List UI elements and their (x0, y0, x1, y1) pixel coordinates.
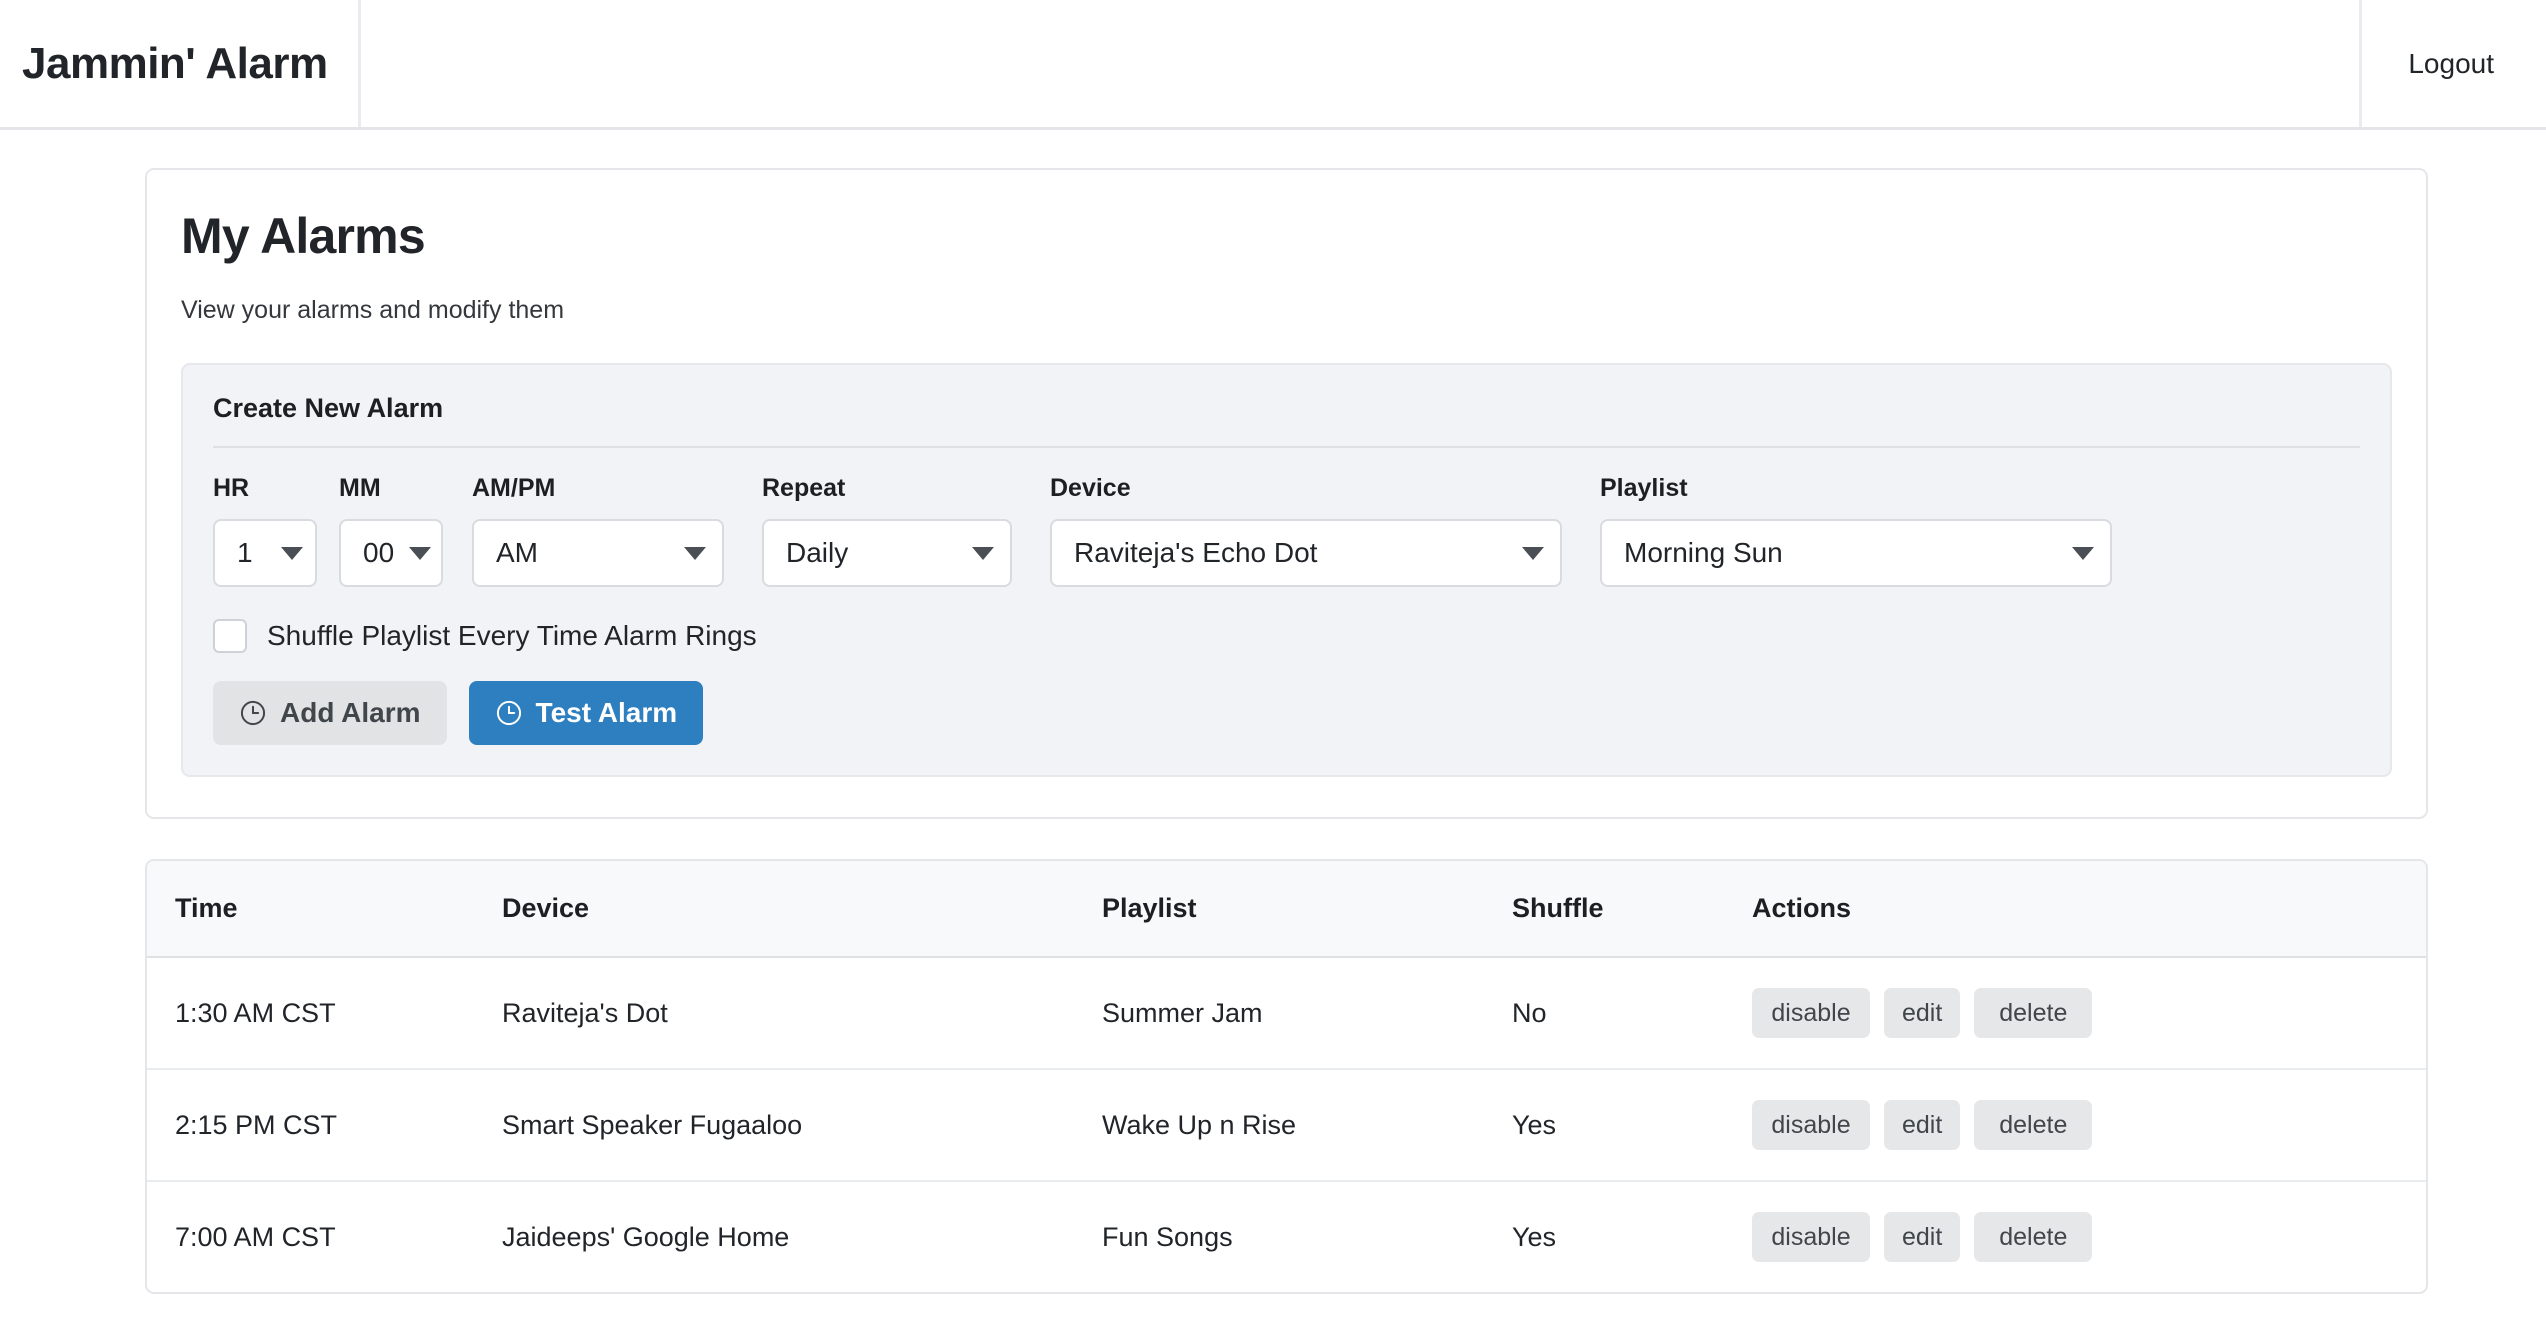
shuffle-checkbox-label: Shuffle Playlist Every Time Alarm Rings (267, 620, 757, 651)
chevron-down-icon (281, 546, 303, 560)
ampm-select[interactable]: AM (472, 519, 724, 587)
playlist-value: Morning Sun (1624, 537, 1783, 568)
field-hr: HR 1 (213, 474, 317, 587)
test-alarm-button[interactable]: Test Alarm (468, 681, 704, 745)
edit-button[interactable]: edit (1884, 1100, 1961, 1150)
cell-playlist: Wake Up n Rise (1102, 1069, 1512, 1182)
cell-device: Raviteja's Dot (502, 957, 1102, 1070)
create-alarm-button-row: Add Alarm Test Alarm (213, 681, 2360, 745)
disable-button[interactable]: disable (1752, 1100, 1870, 1150)
cell-actions: disable edit delete (1752, 1069, 2426, 1182)
hr-select[interactable]: 1 (213, 519, 317, 587)
hr-label: HR (213, 474, 250, 502)
add-alarm-button[interactable]: Add Alarm (213, 681, 447, 745)
create-alarm-form-row: HR 1 MM 00 AM/PM AM Repeat Daily Device … (213, 474, 2360, 587)
navbar-brand-cell: Jammin' Alarm (0, 0, 361, 127)
playlist-label: Playlist (1600, 474, 1688, 502)
navbar: Jammin' Alarm Logout (0, 0, 2546, 130)
hr-value: 1 (237, 537, 253, 568)
create-new-alarm-title: Create New Alarm (213, 393, 2360, 448)
add-alarm-label: Add Alarm (280, 697, 421, 728)
page-subtitle: View your alarms and modify them (181, 296, 565, 324)
logout-link[interactable]: Logout (2408, 48, 2494, 80)
table-row: 2:15 PM CST Smart Speaker Fugaaloo Wake … (147, 1069, 2426, 1182)
action-group: disable edit delete (1752, 1100, 2426, 1150)
alarms-table-card: Time Device Playlist Shuffle Actions 1:3… (145, 859, 2428, 1294)
page-body: My Alarms View your alarms and modify th… (0, 168, 2546, 1294)
alarms-table-body: 1:30 AM CST Raviteja's Dot Summer Jam No… (147, 957, 2426, 1292)
mm-value: 00 (363, 537, 395, 568)
create-new-alarm-panel: Create New Alarm HR 1 MM 00 AM/PM AM Rep… (181, 363, 2392, 777)
alarms-card: My Alarms View your alarms and modify th… (145, 168, 2428, 819)
navbar-spacer (361, 0, 2360, 127)
table-row: 7:00 AM CST Jaideeps' Google Home Fun So… (147, 1181, 2426, 1292)
ampm-value: AM (496, 537, 538, 568)
navbar-logout-cell: Logout (2359, 0, 2546, 127)
disable-button[interactable]: disable (1752, 988, 1870, 1038)
field-playlist: Playlist Morning Sun (1600, 474, 2112, 587)
header-time: Time (147, 861, 502, 958)
disable-button[interactable]: disable (1752, 1212, 1870, 1262)
chevron-down-icon (409, 546, 431, 560)
repeat-select[interactable]: Daily (762, 519, 1012, 587)
chevron-down-icon (684, 546, 706, 560)
action-group: disable edit delete (1752, 1212, 2426, 1262)
cell-time: 2:15 PM CST (147, 1069, 502, 1182)
playlist-select[interactable]: Morning Sun (1600, 519, 2112, 587)
cell-time: 1:30 AM CST (147, 957, 502, 1070)
alarms-table: Time Device Playlist Shuffle Actions 1:3… (147, 861, 2426, 1292)
header-device: Device (502, 861, 1102, 958)
cell-shuffle: Yes (1512, 1069, 1752, 1182)
alarms-card-body: My Alarms View your alarms and modify th… (147, 170, 2426, 817)
table-header-row: Time Device Playlist Shuffle Actions (147, 861, 2426, 958)
delete-button[interactable]: delete (1974, 988, 2093, 1038)
repeat-value: Daily (786, 537, 849, 568)
table-row: 1:30 AM CST Raviteja's Dot Summer Jam No… (147, 957, 2426, 1070)
shuffle-checkbox[interactable] (213, 619, 247, 653)
alarms-table-head: Time Device Playlist Shuffle Actions (147, 861, 2426, 958)
field-mm: MM 00 (339, 474, 443, 587)
device-label: Device (1050, 474, 1131, 502)
field-ampm: AM/PM AM (472, 474, 724, 587)
cell-actions: disable edit delete (1752, 957, 2426, 1070)
navbar-brand[interactable]: Jammin' Alarm (22, 39, 328, 89)
delete-button[interactable]: delete (1974, 1212, 2093, 1262)
page-title: My Alarms (181, 208, 426, 264)
field-repeat: Repeat Daily (762, 474, 1012, 587)
cell-playlist: Summer Jam (1102, 957, 1512, 1070)
clock-icon (240, 700, 266, 726)
chevron-down-icon (1522, 546, 1544, 560)
edit-button[interactable]: edit (1884, 1212, 1961, 1262)
cell-shuffle: Yes (1512, 1221, 1557, 1252)
clock-icon (496, 700, 521, 726)
action-group: disable edit delete (1752, 988, 2426, 1038)
header-actions: Actions (1752, 861, 2426, 958)
cell-time: 7:00 AM CST (175, 1221, 336, 1252)
chevron-down-icon (2072, 546, 2094, 560)
delete-button[interactable]: delete (1974, 1100, 2093, 1150)
mm-select[interactable]: 00 (339, 519, 443, 587)
repeat-label: Repeat (762, 474, 846, 502)
ampm-label: AM/PM (472, 474, 556, 502)
field-device: Device Raviteja's Echo Dot (1050, 474, 1562, 587)
cell-actions: disable edit delete (1752, 1181, 2426, 1292)
chevron-down-icon (972, 546, 994, 560)
shuffle-checkbox-row: Shuffle Playlist Every Time Alarm Rings (213, 619, 2360, 653)
cell-playlist: Fun Songs (1102, 1221, 1233, 1252)
device-value: Raviteja's Echo Dot (1074, 537, 1318, 568)
mm-label: MM (339, 474, 381, 502)
header-shuffle: Shuffle (1512, 861, 1752, 958)
edit-button[interactable]: edit (1884, 988, 1961, 1038)
cell-shuffle: No (1512, 957, 1752, 1070)
test-alarm-label: Test Alarm (535, 697, 678, 728)
cell-device: Smart Speaker Fugaaloo (502, 1069, 1102, 1182)
cell-device: Jaideeps' Google Home (502, 1221, 790, 1252)
header-playlist: Playlist (1102, 861, 1512, 958)
device-select[interactable]: Raviteja's Echo Dot (1050, 519, 1562, 587)
